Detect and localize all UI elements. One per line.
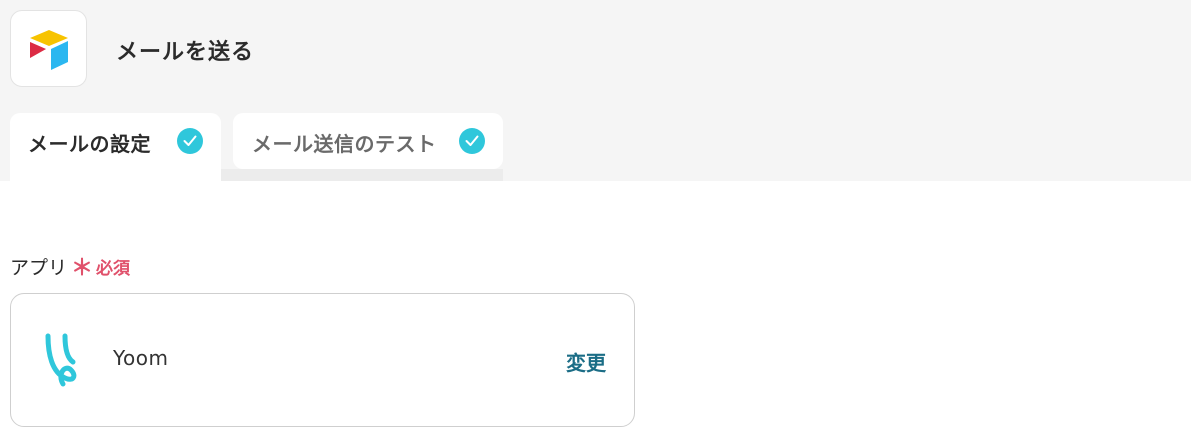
tab-label: メール送信のテスト — [252, 132, 437, 156]
page-title: メールを送る — [116, 40, 255, 65]
app-field-label: アプリ ＊ 必須 — [10, 250, 130, 282]
required-text: 必須 — [96, 258, 131, 279]
app-name: Yoom — [113, 346, 169, 370]
change-app-button[interactable]: 変更 — [566, 347, 606, 376]
tab-mail-settings[interactable]: メールの設定 — [10, 113, 221, 181]
yoom-logo-icon — [45, 333, 77, 387]
tab-mail-test[interactable]: メール送信のテスト — [233, 113, 503, 169]
selected-app-card: Yoom 変更 — [10, 293, 635, 427]
required-asterisk: ＊ — [71, 256, 94, 281]
tab-label: メールの設定 — [28, 132, 151, 156]
check-circle-icon — [459, 128, 485, 154]
app-icon-container — [10, 10, 87, 87]
field-label-text: アプリ — [10, 256, 68, 279]
tab-divider — [221, 169, 503, 181]
airtable-icon — [30, 30, 68, 70]
check-circle-icon — [177, 128, 203, 154]
